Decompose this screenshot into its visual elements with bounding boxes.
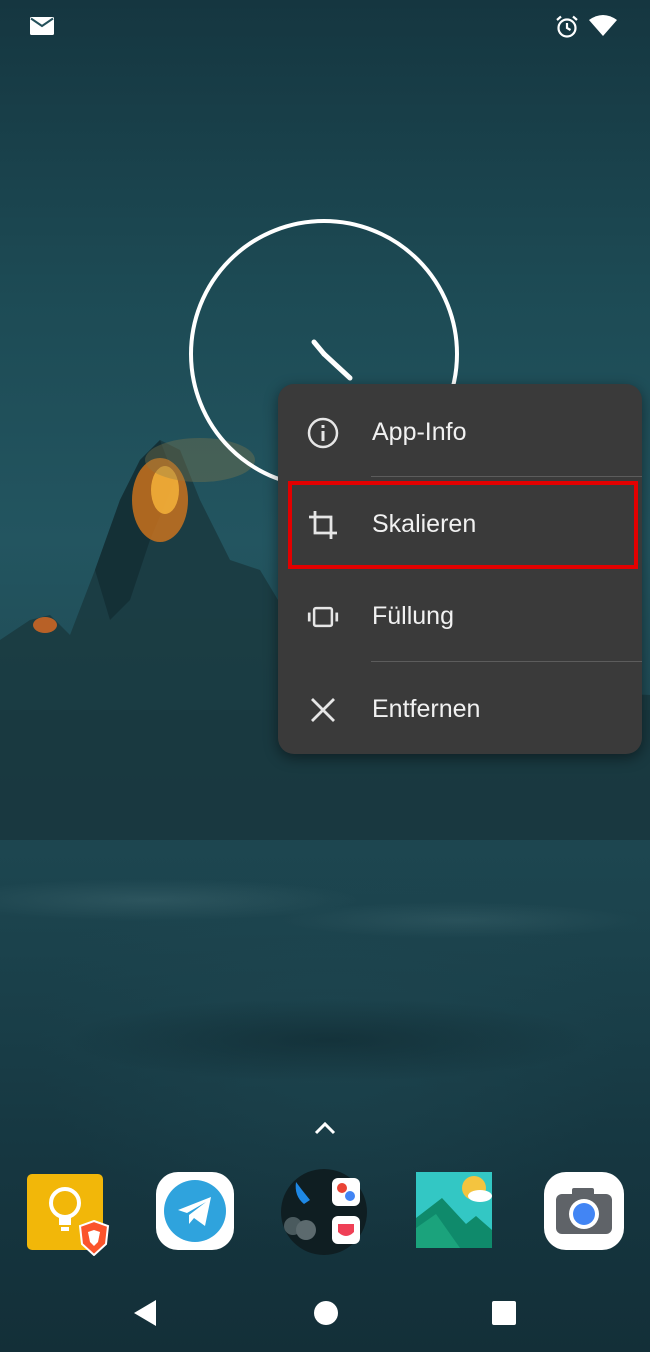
back-icon[interactable]: [132, 1298, 160, 1328]
app-folder[interactable]: [280, 1168, 367, 1255]
dock: [0, 1168, 650, 1258]
menu-item-app-info[interactable]: App-Info: [278, 386, 642, 478]
close-icon: [311, 698, 335, 722]
mail-icon: [30, 17, 54, 35]
gallery-icon: [416, 1172, 492, 1248]
menu-item-remove[interactable]: Entfernen: [278, 663, 642, 755]
info-icon: [307, 417, 339, 449]
status-bar: [0, 0, 650, 52]
menu-divider: [371, 476, 642, 477]
fill-icon: [307, 606, 339, 628]
gallery-app[interactable]: [414, 1168, 496, 1250]
widget-context-menu: App-Info Skalieren Füllung Entfernen: [278, 384, 642, 754]
chevron-up-icon[interactable]: [313, 1120, 337, 1136]
brave-icon: [78, 1220, 110, 1256]
navigation-bar: [0, 1280, 650, 1352]
alarm-icon: [556, 15, 578, 38]
keep-brave-app[interactable]: [24, 1168, 110, 1256]
wifi-icon: [589, 15, 617, 36]
menu-item-label: Entfernen: [372, 695, 481, 723]
menu-item-label: App-Info: [372, 418, 467, 446]
highlight-annotation: [288, 481, 638, 569]
folder-icon: [281, 1169, 367, 1255]
menu-divider: [371, 661, 642, 662]
telegram-icon: [156, 1172, 234, 1250]
recents-icon[interactable]: [490, 1298, 518, 1328]
camera-icon: [544, 1172, 624, 1250]
menu-item-label: Füllung: [372, 602, 454, 630]
telegram-app[interactable]: [156, 1168, 238, 1250]
home-icon[interactable]: [312, 1298, 340, 1328]
sea-waves: [0, 840, 650, 1200]
menu-item-fill[interactable]: Füllung: [278, 570, 642, 662]
camera-app[interactable]: [544, 1168, 626, 1250]
